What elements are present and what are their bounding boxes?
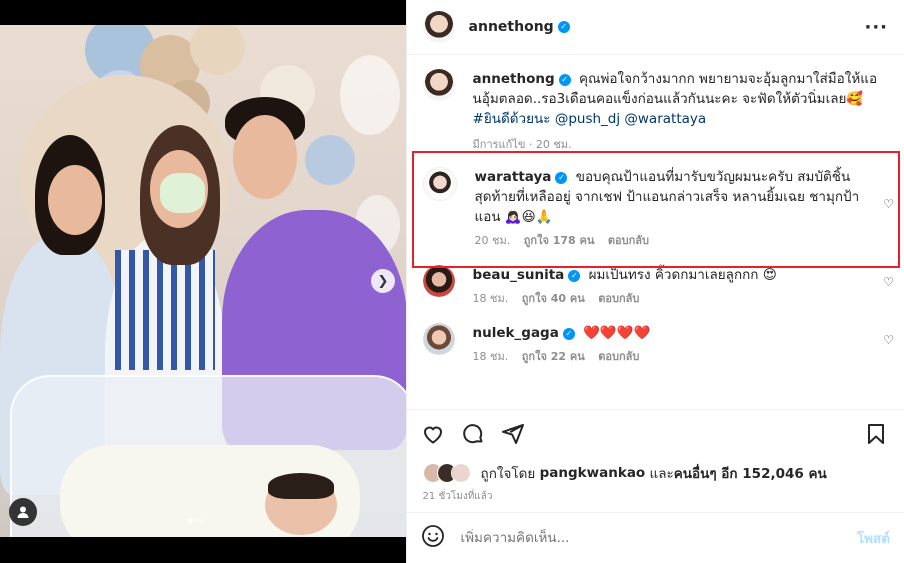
author-avatar[interactable] xyxy=(422,11,455,43)
carousel-indicator xyxy=(188,518,202,523)
comment-likes[interactable]: ถูกใจ 178 คน xyxy=(524,234,595,247)
reply-button[interactable]: ตอบกลับ xyxy=(608,234,649,247)
comment-likes[interactable]: ถูกใจ 22 คน xyxy=(522,350,585,363)
like-comment-heart-icon[interactable]: ♡ xyxy=(883,275,894,289)
comment-likes[interactable]: ถูกใจ 40 คน xyxy=(522,292,585,305)
chevron-right-icon: ❯ xyxy=(377,273,389,289)
comment-time: 18 ชม. xyxy=(472,350,509,363)
comment-time: 18 ชม. xyxy=(472,292,509,305)
verified-badge-icon: ✓ xyxy=(562,328,575,340)
more-options-icon[interactable]: ··· xyxy=(864,17,888,38)
comment-meta: มีการแก้ไข · 20 ชม. xyxy=(472,138,572,151)
comment-input[interactable] xyxy=(458,529,857,547)
liked-by-middle: และ xyxy=(649,466,674,482)
author-username[interactable]: annethong xyxy=(469,19,554,35)
comment-text: ❤️❤️❤️❤️ xyxy=(583,325,651,341)
like-comment-heart-icon[interactable]: ♡ xyxy=(883,333,894,347)
commenter-username[interactable]: nulek_gaga xyxy=(473,325,559,341)
verified-badge-icon: ✓ xyxy=(557,21,570,33)
carousel-dot xyxy=(188,518,193,523)
commenter-avatar[interactable] xyxy=(422,323,455,355)
post-comment-button[interactable]: โพสต์ xyxy=(857,527,890,549)
commenter-username[interactable]: beau_sunita xyxy=(473,267,565,283)
commenter-username[interactable]: warattaya xyxy=(475,169,552,185)
liked-by-summary: ถูกใจโดย pangkwankao และ คนอื่นๆ อีก 152… xyxy=(407,458,904,488)
user-icon xyxy=(17,506,29,518)
share-icon[interactable] xyxy=(501,422,525,446)
reply-button[interactable]: ตอบกลับ xyxy=(598,350,639,363)
commenter-username[interactable]: annethong xyxy=(473,71,555,87)
liker-avatars xyxy=(422,463,471,483)
post-header: annethong ✓ ··· xyxy=(406,0,904,55)
post-timestamp[interactable]: 21 ชั่วโมงที่แล้ว xyxy=(407,488,904,512)
next-photo-button[interactable]: ❯ xyxy=(371,269,395,293)
liked-by-user[interactable]: pangkwankao xyxy=(540,465,646,481)
mention-links[interactable]: @push_dj @warattaya xyxy=(555,111,706,127)
instagram-post: ❯ annethong ✓ ··· annethong ✓ คุณพ่อใจกว… xyxy=(0,0,904,563)
like-heart-icon[interactable] xyxy=(421,422,445,446)
carousel-dot xyxy=(197,518,202,523)
comment-item: nulek_gaga ✓ ❤️❤️❤️❤️ 18 ชม. ถูกใจ 22 คน … xyxy=(407,323,904,367)
like-comment-heart-icon[interactable]: ♡ xyxy=(883,197,894,211)
reply-button[interactable]: ตอบกลับ xyxy=(598,292,639,305)
caption: annethong ✓ คุณพ่อใจกว้างมากก พยายามจะอุ้… xyxy=(407,69,904,155)
comment-time: 20 ชม. xyxy=(474,234,511,247)
commenter-avatar[interactable] xyxy=(422,69,455,101)
post-side-panel: annethong ✓ ··· annethong ✓ คุณพ่อใจกว้าง… xyxy=(405,0,904,563)
verified-badge-icon: ✓ xyxy=(555,172,568,184)
post-actions-bar xyxy=(406,409,904,458)
liked-by-others[interactable]: คนอื่นๆ อีก 152,046 คน xyxy=(674,462,827,484)
verified-badge-icon: ✓ xyxy=(568,270,581,282)
hashtag-link[interactable]: #ยินดีด้วยนะ xyxy=(473,111,551,127)
baby-hair xyxy=(268,473,334,499)
comment-item: warattaya ✓ ขอบคุณป้าแอนที่มารับขวัญผมนะค… xyxy=(407,167,904,251)
add-comment-bar: โพสต์ xyxy=(406,512,904,563)
comments-list[interactable]: annethong ✓ คุณพ่อใจกว้างมากก พยายามจะอุ้… xyxy=(407,55,904,409)
emoji-icon[interactable] xyxy=(421,524,445,552)
tagged-users-button[interactable] xyxy=(9,498,37,526)
liked-by-prefix: ถูกใจโดย xyxy=(480,466,536,482)
comment-item: beau_sunita ✓ ผมเป็นทรง คิ้วดกมาเลยลูกกก … xyxy=(407,265,904,309)
commenter-avatar[interactable] xyxy=(422,167,457,201)
post-photo xyxy=(0,25,406,537)
comment-icon[interactable] xyxy=(461,422,485,446)
liker-avatar[interactable] xyxy=(450,463,471,483)
verified-badge-icon: ✓ xyxy=(558,74,571,86)
commenter-avatar[interactable] xyxy=(422,265,455,297)
post-media: ❯ xyxy=(0,0,406,563)
comment-text: ผมเป็นทรง คิ้วดกมาเลยลูกกก 😍 xyxy=(588,267,777,283)
save-bookmark-icon[interactable] xyxy=(864,422,888,446)
